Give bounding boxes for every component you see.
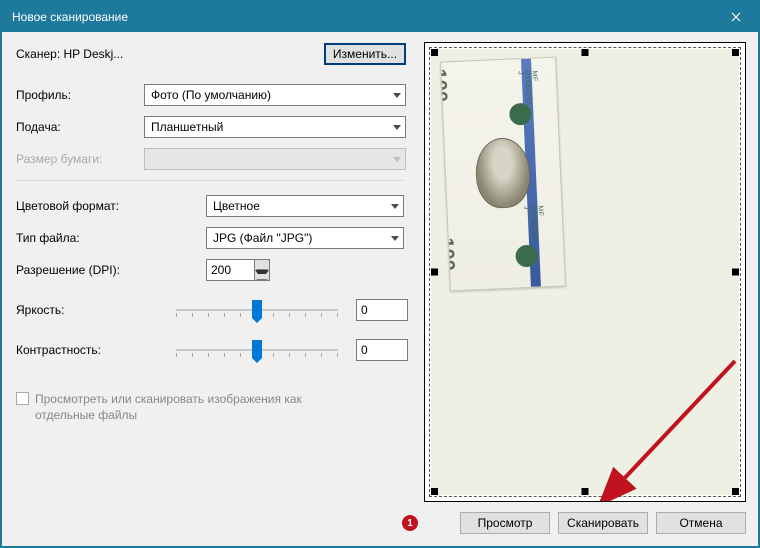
close-icon [731, 12, 741, 22]
resize-handle[interactable] [431, 488, 438, 495]
contrast-value[interactable]: 0 [356, 339, 408, 361]
triangle-up-icon [255, 260, 269, 270]
scan-button[interactable]: Сканировать [558, 512, 648, 534]
brightness-label: Яркость: [16, 303, 176, 317]
source-select[interactable]: Планшетный [144, 116, 406, 138]
source-label: Подача: [16, 120, 144, 134]
profile-select[interactable]: Фото (По умолчанию) [144, 84, 406, 106]
brightness-value[interactable]: 0 [356, 299, 408, 321]
chevron-down-icon [393, 125, 401, 130]
file-type-label: Тип файла: [16, 231, 206, 245]
titlebar: Новое сканирование [2, 2, 758, 32]
window-title: Новое сканирование [12, 10, 128, 24]
selection-marquee[interactable] [429, 47, 741, 497]
color-format-value: Цветное [213, 199, 260, 213]
settings-panel: Сканер: HP Deskj... Изменить... Профиль:… [2, 32, 420, 546]
profile-label: Профиль: [16, 88, 144, 102]
scanner-label: Сканер: HP Deskj... [16, 47, 123, 61]
annotation-badge: 1 [402, 515, 418, 531]
resolution-label: Разрешение (DPI): [16, 263, 206, 277]
resize-handle[interactable] [732, 269, 739, 276]
chevron-down-icon [393, 157, 401, 162]
resize-handle[interactable] [431, 269, 438, 276]
resolution-input[interactable] [206, 259, 254, 281]
spinner-up[interactable] [255, 260, 269, 270]
profile-value: Фото (По умолчанию) [151, 88, 271, 102]
preview-area[interactable]: 100 100 MF 01080055 J MF 01080055 J [424, 42, 746, 502]
chevron-down-icon [391, 236, 399, 241]
contrast-slider[interactable] [176, 340, 338, 360]
triangle-down-icon [255, 270, 269, 280]
file-type-value: JPG (Файл "JPG") [213, 231, 312, 245]
file-type-select[interactable]: JPG (Файл "JPG") [206, 227, 404, 249]
cancel-button[interactable]: Отмена [656, 512, 746, 534]
slider-thumb[interactable] [252, 300, 262, 318]
change-scanner-button[interactable]: Изменить... [324, 43, 406, 65]
separate-files-label: Просмотреть или сканировать изображения … [35, 391, 335, 423]
resize-handle[interactable] [431, 49, 438, 56]
resize-handle[interactable] [582, 49, 589, 56]
dialog-window: Новое сканирование Сканер: HP Deskj... И… [0, 0, 760, 548]
chevron-down-icon [393, 93, 401, 98]
paper-size-label: Размер бумаги: [16, 152, 144, 166]
color-format-label: Цветовой формат: [16, 199, 206, 213]
resize-handle[interactable] [732, 49, 739, 56]
slider-thumb[interactable] [252, 340, 262, 358]
resize-handle[interactable] [732, 488, 739, 495]
spinner-down[interactable] [255, 270, 269, 280]
source-value: Планшетный [151, 120, 223, 134]
color-format-select[interactable]: Цветное [206, 195, 404, 217]
chevron-down-icon [391, 204, 399, 209]
close-button[interactable] [714, 2, 758, 32]
paper-size-select [144, 148, 406, 170]
separator [16, 180, 404, 181]
contrast-label: Контрастность: [16, 343, 176, 357]
resize-handle[interactable] [582, 488, 589, 495]
preview-button[interactable]: Просмотр [460, 512, 550, 534]
resolution-spinner[interactable] [206, 259, 270, 281]
separate-files-checkbox[interactable] [16, 392, 29, 405]
brightness-slider[interactable] [176, 300, 338, 320]
